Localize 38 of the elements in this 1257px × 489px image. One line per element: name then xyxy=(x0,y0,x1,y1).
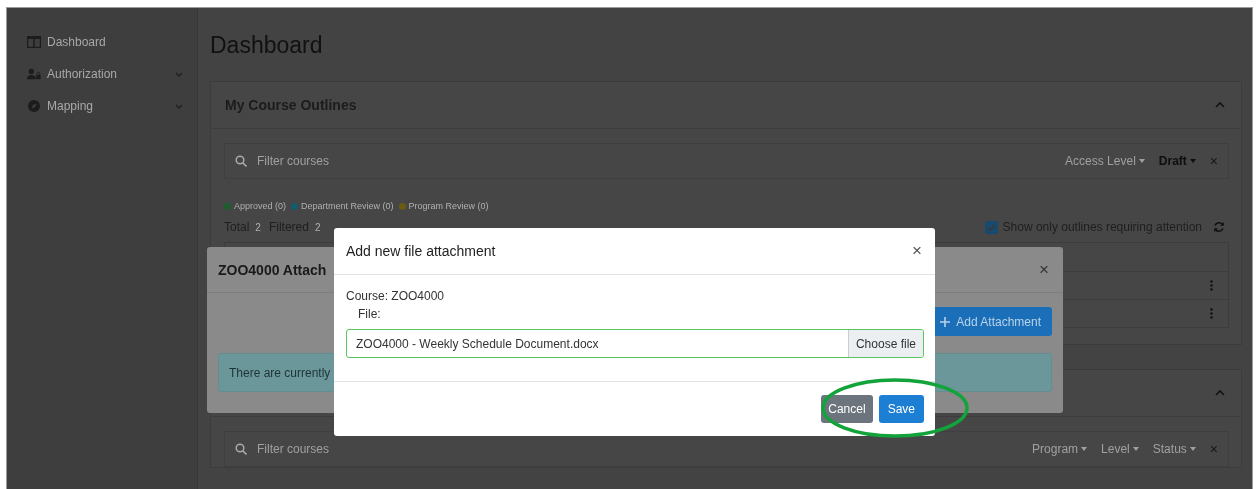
table-icon xyxy=(27,36,41,48)
filter-dropdown[interactable]: Program xyxy=(1032,442,1088,456)
file-label: File: xyxy=(358,307,382,321)
dialog-title: Add new file attachment xyxy=(346,243,496,259)
filter-dropdown[interactable]: Access Level xyxy=(1065,154,1145,168)
alert-text: There are currently xyxy=(229,365,331,380)
checkbox[interactable] xyxy=(984,220,998,234)
search-icon xyxy=(235,443,247,455)
close-button[interactable]: × xyxy=(912,241,922,261)
refresh-icon[interactable] xyxy=(1213,221,1225,233)
dialog-title: ZOO4000 Attach xyxy=(218,261,327,278)
chevron-up-icon[interactable] xyxy=(1215,102,1225,108)
chevron-up-icon[interactable] xyxy=(1215,390,1225,396)
kebab-menu-icon[interactable] xyxy=(1210,280,1213,291)
search-icon xyxy=(235,155,247,167)
plus-icon xyxy=(940,316,951,327)
sidebar-item[interactable]: Mapping xyxy=(7,90,197,122)
filter-dropdown[interactable]: Draft xyxy=(1158,154,1196,168)
kebab-menu-icon[interactable] xyxy=(1210,308,1213,319)
file-input[interactable]: ZOO4000 - Weekly Schedule Document.docx Choose file xyxy=(346,329,924,358)
user-lock-icon xyxy=(27,68,41,80)
total-count: 2 xyxy=(255,221,261,233)
clear-button[interactable]: × xyxy=(1209,153,1218,169)
legend-label: Department Review (0) xyxy=(301,201,394,211)
compass-icon xyxy=(27,100,41,112)
sidebar-item[interactable]: Dashboard xyxy=(7,26,197,58)
close-button[interactable]: × xyxy=(1039,259,1049,280)
total-count: 2 xyxy=(314,221,321,233)
filter-dropdown[interactable]: Status xyxy=(1152,442,1196,456)
filter-dropdown[interactable]: Level xyxy=(1101,442,1139,456)
save-button[interactable]: Save xyxy=(878,395,924,423)
sidebar-item[interactable]: Authorization xyxy=(7,58,197,90)
cancel-button[interactable]: Cancel xyxy=(821,395,873,423)
clear-button[interactable]: × xyxy=(1209,441,1218,457)
legend-label: Approved (0) xyxy=(234,201,287,211)
legend-label: Program Review (0) xyxy=(408,201,489,211)
filter-field[interactable]: Filter courses Access Level Draft × xyxy=(224,143,1229,179)
course-label: Course: ZOO4000 xyxy=(346,289,446,303)
